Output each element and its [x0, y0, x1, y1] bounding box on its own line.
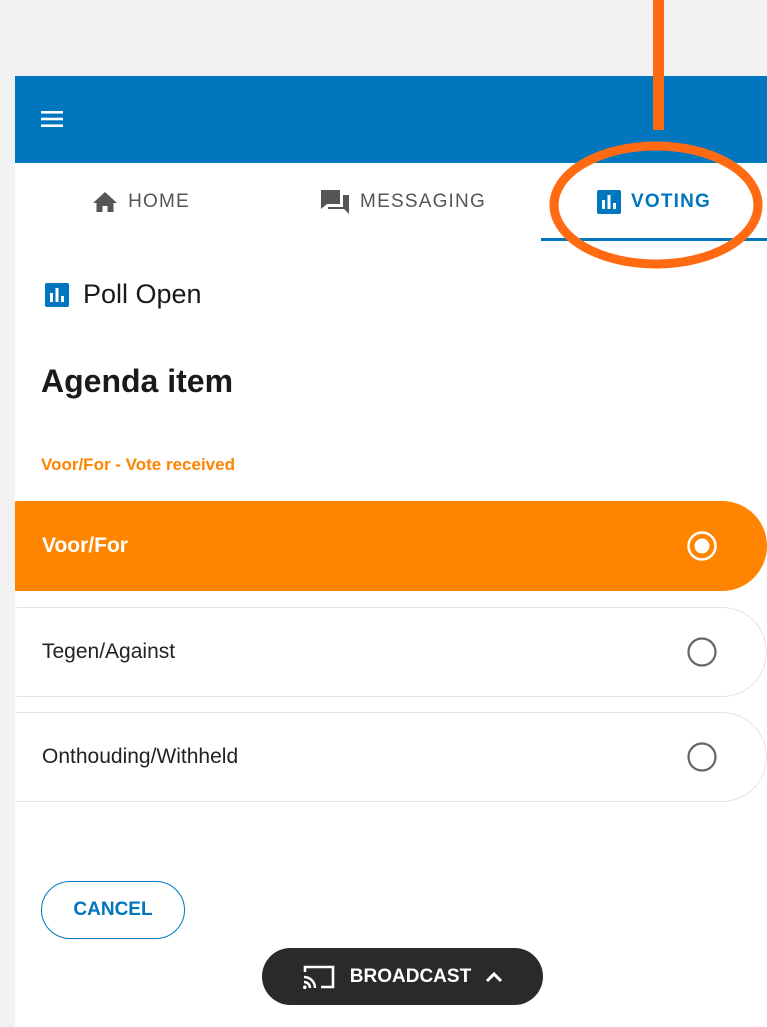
tab-home-label: HOME [128, 191, 190, 212]
option-label: Voor/For [42, 534, 128, 557]
vote-option-for[interactable]: Voor/For [15, 501, 767, 591]
option-label: Tegen/Against [42, 640, 176, 663]
active-tab-indicator [541, 238, 767, 241]
tab-voting-label: VOTING [630, 191, 712, 212]
tab-messaging[interactable]: MESSAGING [267, 163, 539, 241]
home-icon [92, 191, 118, 213]
vote-option-withheld[interactable]: Onthouding/Withheld [15, 712, 767, 802]
tab-bar: HOME MESSAGING VOTING [15, 163, 767, 241]
radio-checked-icon [686, 530, 718, 562]
top-app-bar [15, 76, 767, 163]
bar-chart-icon [45, 282, 69, 307]
hamburger-menu-icon [41, 111, 63, 127]
vote-option-against[interactable]: Tegen/Against [15, 607, 767, 697]
radio-unchecked-icon [686, 741, 718, 773]
vote-status-message: Voor/For - Vote received [41, 455, 235, 474]
poll-status: Poll Open [45, 279, 202, 310]
poll-status-label: Poll Open [83, 279, 202, 309]
tab-voting[interactable]: VOTING [541, 163, 767, 241]
radio-unchecked-icon [686, 636, 718, 668]
tab-messaging-label: MESSAGING [360, 191, 486, 212]
broadcast-label: BROADCAST [349, 965, 472, 987]
app-window: HOME MESSAGING VOTING Poll Open Agenda i… [15, 76, 767, 1027]
chevron-up-icon [485, 971, 503, 983]
broadcast-button[interactable]: BROADCAST [262, 948, 543, 1005]
tab-home[interactable]: HOME [15, 163, 267, 241]
chat-bubbles-icon [320, 189, 350, 215]
agenda-title: Agenda item [41, 363, 234, 399]
cast-icon [302, 964, 336, 990]
cancel-button[interactable]: CANCEL [41, 881, 185, 939]
option-label: Onthouding/Withheld [42, 745, 239, 768]
menu-button[interactable] [41, 108, 63, 130]
bar-chart-icon [596, 190, 621, 214]
